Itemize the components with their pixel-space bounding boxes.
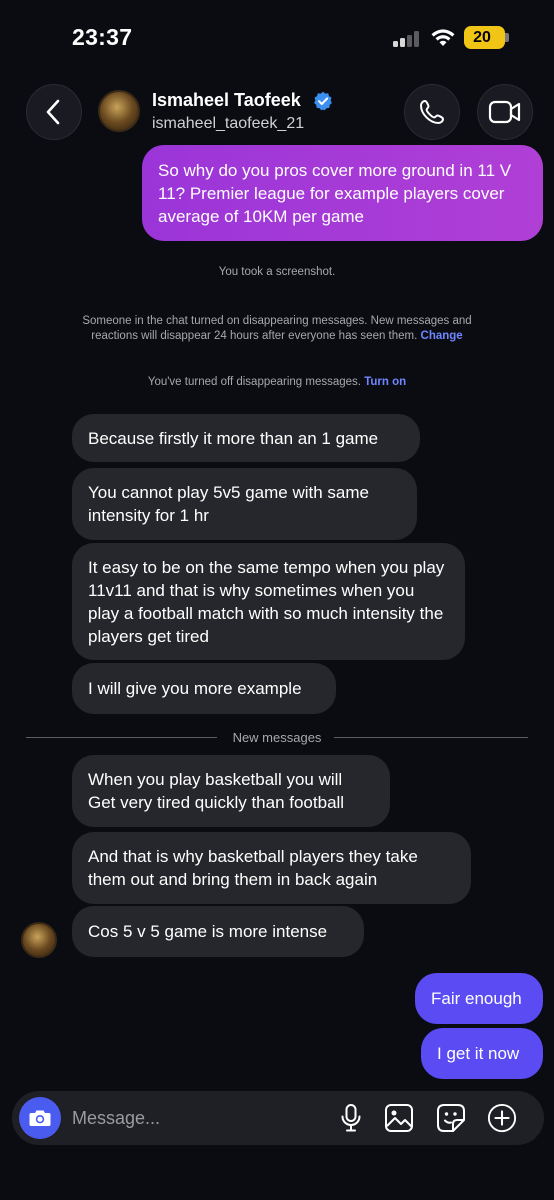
battery-level: 20 bbox=[473, 28, 491, 46]
turn-on-link[interactable]: Turn on bbox=[364, 376, 406, 388]
video-camera-icon bbox=[488, 100, 521, 124]
gallery-icon bbox=[385, 1104, 413, 1132]
more-button[interactable] bbox=[487, 1103, 517, 1133]
message-incoming[interactable]: You cannot play 5v5 game with same inten… bbox=[72, 468, 417, 540]
system-disappearing-off-notice: You've turned off disappearing messages.… bbox=[0, 375, 554, 390]
status-time: 23:37 bbox=[72, 24, 133, 50]
status-bar: 23:37 20 bbox=[0, 0, 554, 70]
message-text: When you play basketball you will Get ve… bbox=[88, 770, 345, 812]
message-text: It easy to be on the same tempo when you… bbox=[88, 557, 445, 646]
gallery-button[interactable] bbox=[384, 1103, 414, 1133]
disappearing-on-text: Someone in the chat turned on disappeari… bbox=[82, 315, 472, 342]
message-incoming[interactable]: Because firstly it more than an 1 game bbox=[72, 414, 420, 462]
message-text: I get it now bbox=[437, 1044, 520, 1063]
message-input[interactable] bbox=[72, 1091, 322, 1145]
message-text: You cannot play 5v5 game with same inten… bbox=[88, 483, 369, 525]
sender-avatar[interactable] bbox=[21, 922, 57, 958]
verified-badge-icon bbox=[314, 91, 332, 111]
sticker-button[interactable] bbox=[436, 1103, 466, 1133]
camera-button[interactable] bbox=[19, 1097, 61, 1139]
cellular-signal-icon bbox=[393, 31, 423, 47]
message-composer bbox=[12, 1091, 544, 1145]
back-button[interactable] bbox=[26, 84, 82, 140]
plus-circle-icon bbox=[487, 1103, 517, 1133]
message-incoming[interactable]: When you play basketball you will Get ve… bbox=[72, 755, 390, 827]
chat-header: Ismaheel Taofeek ismaheel_taofeek_21 bbox=[0, 76, 554, 146]
message-text: Cos 5 v 5 game is more intense bbox=[88, 922, 328, 941]
battery-icon: 20 bbox=[464, 26, 505, 49]
disappearing-off-text: You've turned off disappearing messages. bbox=[147, 376, 362, 388]
contact-handle[interactable]: ismaheel_taofeek_21 bbox=[152, 115, 304, 133]
message-outgoing[interactable]: I get it now bbox=[421, 1028, 543, 1079]
message-text: I will give you more example bbox=[88, 679, 302, 698]
contact-name[interactable]: Ismaheel Taofeek bbox=[152, 90, 301, 111]
battery-cap bbox=[505, 33, 509, 42]
wifi-icon bbox=[431, 29, 455, 46]
camera-icon bbox=[29, 1110, 51, 1126]
video-call-button[interactable] bbox=[477, 84, 533, 140]
message-incoming[interactable]: Cos 5 v 5 game is more intense bbox=[72, 906, 364, 957]
back-chevron-icon bbox=[46, 99, 60, 125]
system-disappearing-notice: Someone in the chat turned on disappeari… bbox=[0, 314, 554, 344]
change-link[interactable]: Change bbox=[421, 330, 463, 342]
message-outgoing[interactable]: So why do you pros cover more ground in … bbox=[142, 145, 543, 241]
message-incoming[interactable]: And that is why basketball players they … bbox=[72, 832, 471, 904]
voice-call-button[interactable] bbox=[404, 84, 460, 140]
message-text: Fair enough bbox=[431, 989, 522, 1008]
microphone-button[interactable] bbox=[336, 1103, 366, 1133]
message-text: Because firstly it more than an 1 game bbox=[88, 428, 379, 448]
message-text: So why do you pros cover more ground in … bbox=[158, 160, 512, 226]
message-text: And that is why basketball players they … bbox=[88, 847, 418, 889]
message-incoming[interactable]: I will give you more example bbox=[72, 663, 336, 714]
microphone-icon bbox=[341, 1104, 361, 1132]
message-incoming[interactable]: It easy to be on the same tempo when you… bbox=[72, 543, 465, 660]
sticker-icon bbox=[437, 1104, 465, 1132]
contact-avatar[interactable] bbox=[98, 90, 140, 132]
divider-right bbox=[334, 737, 528, 738]
message-outgoing[interactable]: Fair enough bbox=[415, 973, 543, 1024]
phone-icon bbox=[420, 100, 444, 124]
system-screenshot-notice: You took a screenshot. bbox=[218, 266, 336, 278]
